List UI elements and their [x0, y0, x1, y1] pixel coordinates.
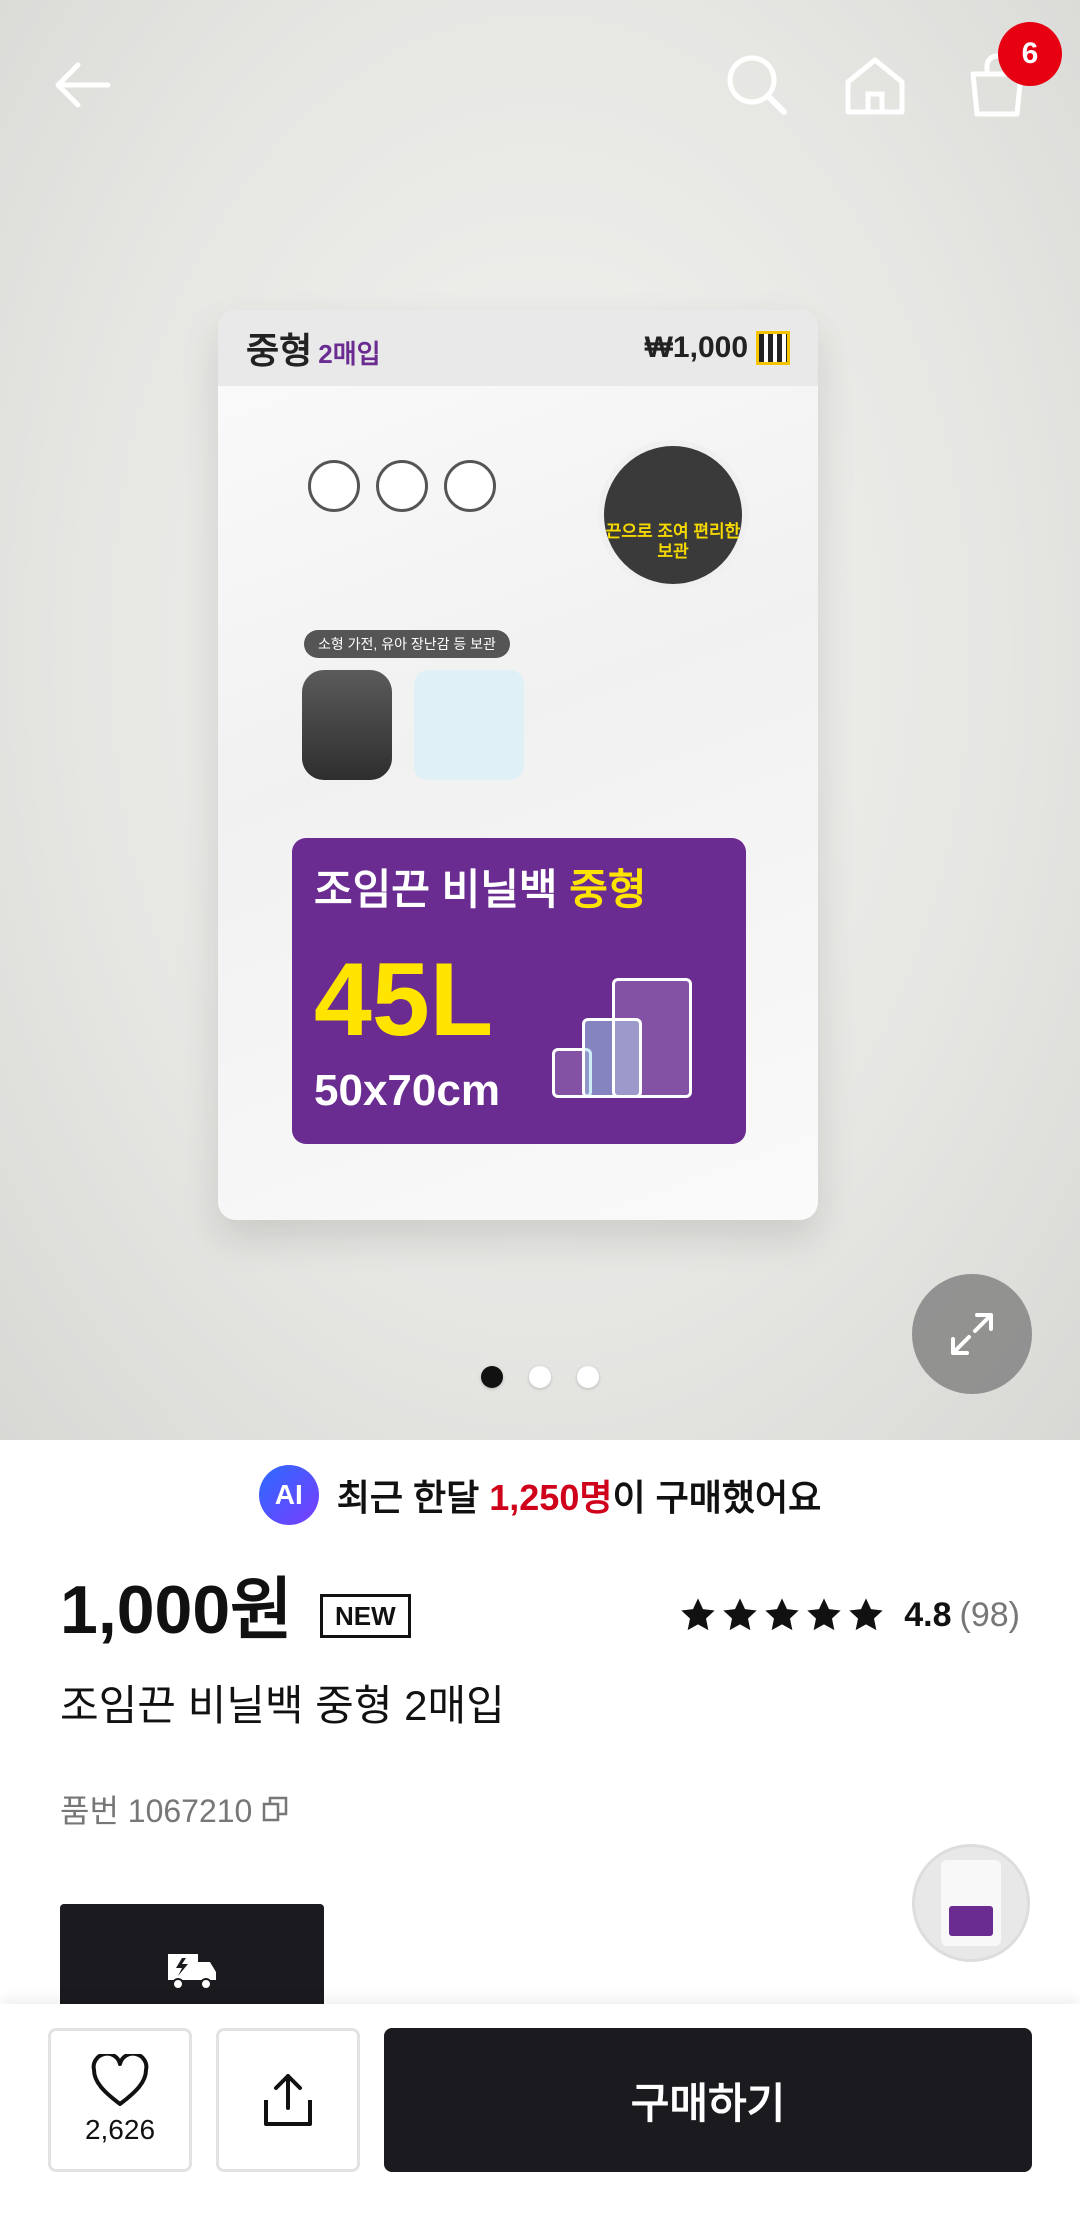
back-arrow-icon: [55, 62, 111, 108]
package-type: 중형 2매입: [246, 330, 381, 371]
back-button[interactable]: [38, 40, 128, 130]
product-image-gallery[interactable]: 중형 2매입 ₩1,000 끈으로 조여 편리한 보관 소형 가전, 유아 장난감…: [0, 0, 1080, 1440]
cart-count-badge: 6: [998, 22, 1062, 86]
home-button[interactable]: [830, 40, 920, 130]
like-button[interactable]: 2,626: [48, 2028, 192, 2172]
product-price: 1,000원: [60, 1572, 293, 1648]
home-icon: [845, 57, 905, 115]
review-count: (98): [959, 1595, 1020, 1634]
like-count: 2,626: [84, 2114, 156, 2145]
rating-stars: [678, 1595, 886, 1635]
package-purple-label: 조임끈 비닐백 중형 45L 50x70cm: [292, 838, 746, 1144]
reusable-icon: [444, 460, 496, 512]
share-icon: [264, 2074, 312, 2126]
gallery-pagination: [0, 1366, 1080, 1388]
copy-icon[interactable]: [260, 1794, 290, 1824]
package-drawstring-badge: 끈으로 조여 편리한 보관: [598, 440, 748, 590]
search-button[interactable]: [712, 40, 802, 130]
thumbnail-package: [941, 1860, 1001, 1946]
new-badge: NEW: [320, 1594, 411, 1638]
top-navigation-bar: 6: [0, 0, 1080, 170]
buy-button[interactable]: 구매하기: [384, 2028, 1032, 2172]
ai-badge: AI: [258, 1465, 319, 1525]
bottom-action-bar: 2,626 구매하기: [0, 2004, 1080, 2221]
ai-purchase-banner: AI 최근 한달 1,250명이 구매했어요: [0, 1462, 1080, 1528]
package-usage-tag: 소형 가전, 유아 장난감 등 보관: [304, 630, 510, 658]
package-label-volume: 45L: [314, 942, 494, 1058]
pagination-dot-2[interactable]: [529, 1366, 551, 1388]
toy-table-image: [414, 670, 524, 780]
product-sku[interactable]: 품번 1067210: [60, 1786, 290, 1832]
share-button[interactable]: [216, 2028, 360, 2172]
package-label-title: 조임끈 비닐백 중형: [314, 866, 647, 913]
product-thumbnail[interactable]: [912, 1844, 1030, 1962]
star-icon: [681, 1598, 715, 1631]
bag-size-illustration: [552, 948, 722, 1098]
package-header: 중형 2매입 ₩1,000: [218, 310, 818, 386]
product-rating[interactable]: 4.8 (98): [678, 1590, 1020, 1640]
pagination-dot-3[interactable]: [577, 1366, 599, 1388]
package-price-tag: ₩1,000: [644, 331, 748, 364]
product-detail-page: 중형 2매입 ₩1,000 끈으로 조여 편리한 보관 소형 가전, 유아 장난감…: [0, 0, 1080, 2221]
rice-cooker-image: [302, 670, 392, 780]
ai-purchase-text: 최근 한달 1,250명이 구매했어요: [336, 1477, 822, 1518]
product-name: 조임끈 비닐백 중형 2매입: [60, 1682, 505, 1729]
star-icon: [849, 1598, 883, 1631]
star-icon: [807, 1598, 841, 1631]
drawstring-icon: [308, 460, 360, 512]
product-photo: 중형 2매입 ₩1,000 끈으로 조여 편리한 보관 소형 가전, 유아 장난감…: [218, 310, 818, 1220]
expand-icon: [951, 1313, 993, 1355]
pagination-dot-1[interactable]: [481, 1366, 503, 1388]
package-feature-icons: [308, 460, 496, 512]
heart-icon: [91, 2054, 149, 2106]
star-icon: [723, 1598, 757, 1631]
sku-text: 품번 1067210: [60, 1793, 253, 1829]
qr-code-icon: [756, 331, 790, 365]
star-icon: [765, 1598, 799, 1631]
delivery-truck-icon: [168, 1954, 216, 1990]
search-icon: [727, 55, 787, 115]
rating-score: 4.8: [904, 1595, 952, 1634]
package-label-size: 50x70cm: [314, 1066, 500, 1115]
dustproof-icon: [376, 460, 428, 512]
